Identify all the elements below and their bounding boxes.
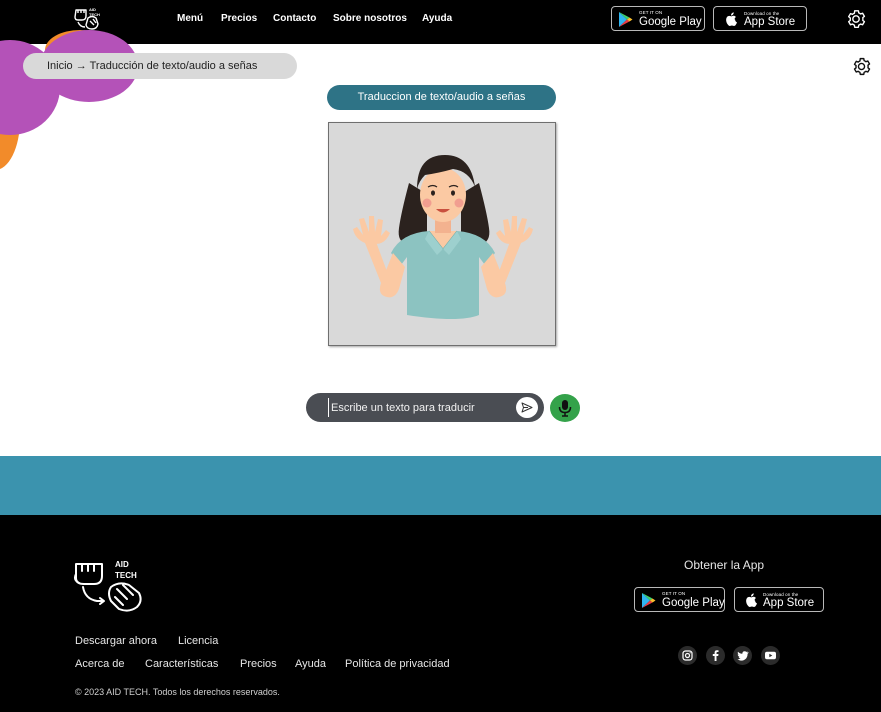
nav-pricing[interactable]: Precios <box>221 13 257 24</box>
footer-link-pricing[interactable]: Precios <box>240 658 277 670</box>
google-play-badge[interactable]: GET IT ON Google Play <box>611 6 705 31</box>
facebook-glyph <box>712 650 719 661</box>
gear-icon[interactable] <box>845 8 867 30</box>
nav-help[interactable]: Ayuda <box>422 13 452 24</box>
aid-tech-logo[interactable]: AID TECH <box>73 557 148 615</box>
microphone-icon <box>558 400 572 417</box>
youtube-glyph <box>765 651 776 660</box>
footer-link-privacy[interactable]: Política de privacidad <box>345 658 450 670</box>
footer-link-download[interactable]: Descargar ahora <box>75 635 157 647</box>
sign-language-avatar <box>328 122 556 346</box>
translate-text-input[interactable] <box>328 398 513 417</box>
nav-contact[interactable]: Contacto <box>273 13 316 24</box>
nav-about[interactable]: Sobre nosotros <box>333 13 407 24</box>
send-icon <box>521 402 533 413</box>
app-store-label: App Store <box>744 16 796 28</box>
google-play-icon <box>619 12 633 27</box>
google-play-label: Google Play <box>662 597 725 609</box>
apple-icon <box>726 12 737 26</box>
google-play-small-label: GET IT ON <box>662 591 686 596</box>
facebook-icon[interactable] <box>706 646 725 665</box>
breadcrumb-home[interactable]: Inicio <box>47 60 73 72</box>
footer-brand-line2: TECH <box>115 571 137 580</box>
breadcrumb-arrow-icon: → <box>75 60 87 72</box>
app-store-badge[interactable]: Download on the App Store <box>713 6 807 31</box>
page-title: Traduccion de texto/audio a señas <box>327 85 556 110</box>
nav-menu[interactable]: Menú <box>177 13 203 24</box>
instagram-glyph <box>682 650 693 661</box>
instagram-icon[interactable] <box>678 646 697 665</box>
translate-input-bar <box>306 393 544 422</box>
footer-link-features[interactable]: Características <box>145 658 218 670</box>
microphone-button[interactable] <box>550 394 580 422</box>
footer-brand-line1: AID <box>115 560 129 569</box>
google-play-badge[interactable]: GET IT ON Google Play <box>634 587 725 612</box>
top-navbar: AID TECH Menú Precios Contacto Sobre nos… <box>0 0 881 44</box>
youtube-icon[interactable] <box>761 646 780 665</box>
svg-text:TECH: TECH <box>89 12 100 17</box>
app-store-badge[interactable]: Download on the App Store <box>734 587 824 612</box>
aid-tech-logo[interactable]: AID TECH <box>72 5 108 33</box>
twitter-glyph <box>737 651 749 661</box>
footer-link-license[interactable]: Licencia <box>178 635 218 647</box>
gear-icon[interactable] <box>851 56 872 77</box>
footer-link-help[interactable]: Ayuda <box>295 658 326 670</box>
footer: AID TECH Descargar ahora Licencia Acerca… <box>0 515 881 712</box>
app-store-label: App Store <box>763 597 815 609</box>
breadcrumb: Inicio → Traducción de texto/audio a señ… <box>23 53 297 79</box>
footer-link-about[interactable]: Acerca de <box>75 658 125 670</box>
copyright-text: © 2023 AID TECH. Todos los derechos rese… <box>75 687 280 697</box>
send-button[interactable] <box>516 397 538 418</box>
google-play-icon <box>642 593 656 608</box>
apple-icon <box>746 593 757 607</box>
google-play-small-label: GET IT ON <box>639 10 663 15</box>
avatar-illustration <box>353 155 533 319</box>
breadcrumb-current: Traducción de texto/audio a señas <box>89 60 258 72</box>
twitter-icon[interactable] <box>733 646 752 665</box>
section-divider-band <box>0 456 881 515</box>
get-app-heading: Obtener la App <box>684 558 765 572</box>
google-play-label: Google Play <box>639 16 702 28</box>
